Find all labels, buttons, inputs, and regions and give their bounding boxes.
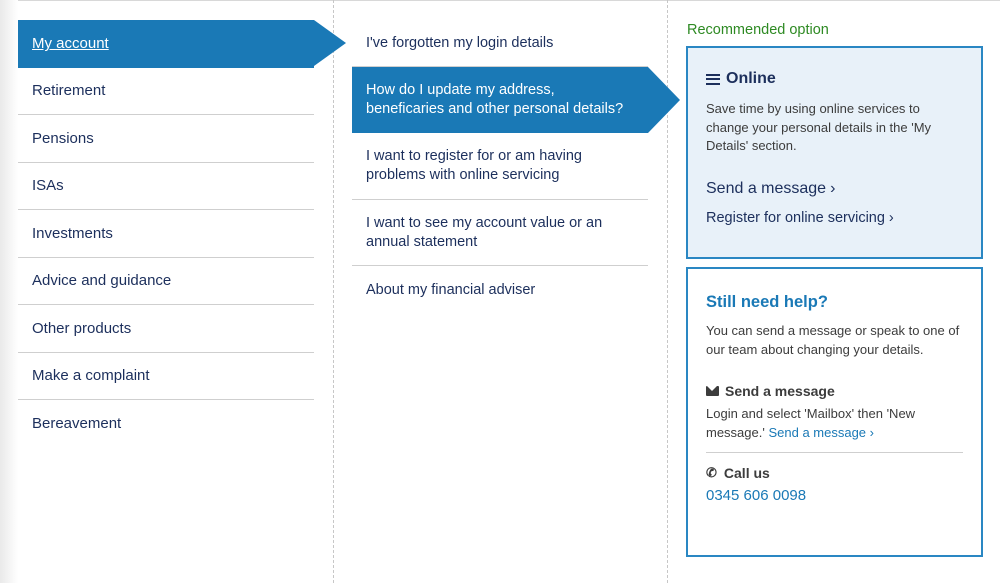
nav-item-retirement[interactable]: Retirement (18, 68, 314, 115)
help-title: Still need help? (706, 293, 828, 311)
online-heading: Online (706, 70, 963, 88)
help-description: You can send a message or speak to one o… (706, 323, 960, 357)
help-card: Still need help? You can send a message … (686, 267, 983, 557)
register-online-link-label: Register for online servicing (706, 209, 885, 226)
column-divider-1 (333, 0, 334, 583)
help-send-message-link-label: Send a message (768, 424, 867, 440)
online-title: Online (726, 70, 776, 87)
top-divider (0, 0, 1000, 1)
help-send-message-link[interactable]: Send a message › (768, 425, 874, 440)
nav-item-investments[interactable]: Investments (18, 210, 314, 258)
message-description: Login and select 'Mailbox' then 'New mes… (706, 405, 963, 442)
primary-nav: My account Retirement Pensions ISAs Inve… (18, 20, 346, 448)
page: My account Retirement Pensions ISAs Inve… (0, 0, 1000, 583)
list-icon (706, 73, 720, 85)
phone-icon: ✆ (706, 465, 717, 480)
message-heading: Send a message (706, 383, 963, 399)
nav-item-pensions[interactable]: Pensions (18, 115, 314, 163)
online-description: Save time by using online services to ch… (706, 101, 932, 153)
question-online-servicing[interactable]: I want to register for or am having prob… (352, 133, 648, 200)
send-message-link-label: Send a message (706, 179, 827, 197)
nav-item-make-a-complaint[interactable]: Make a complaint (18, 353, 314, 400)
send-message-link[interactable]: Send a message › (706, 180, 963, 198)
nav-item-my-account[interactable]: My account (18, 20, 346, 68)
register-online-link[interactable]: Register for online servicing › (706, 210, 963, 226)
help-divider (706, 452, 963, 453)
question-account-value[interactable]: I want to see my account value or an ann… (352, 200, 648, 266)
online-card: Online Save time by using online service… (686, 46, 983, 259)
chevron-right-icon: › (830, 179, 836, 197)
nav-item-other-products[interactable]: Other products (18, 305, 314, 353)
question-forgotten-login[interactable]: I've forgotten my login details (352, 20, 648, 67)
question-update-details[interactable]: How do I update my address, beneficaries… (352, 67, 680, 133)
chevron-right-icon: › (888, 209, 894, 226)
message-title: Send a message (725, 383, 835, 399)
secondary-nav: I've forgotten my login details How do I… (352, 20, 680, 314)
call-heading: ✆ Call us (706, 465, 963, 481)
nav-item-isas[interactable]: ISAs (18, 163, 314, 210)
nav-item-bereavement[interactable]: Bereavement (18, 400, 314, 448)
question-financial-adviser[interactable]: About my financial adviser (352, 266, 648, 314)
chevron-right-icon: › (869, 424, 875, 440)
call-title: Call us (723, 465, 770, 481)
phone-number-link[interactable]: 0345 606 0098 (706, 487, 963, 504)
recommended-label: Recommended option (687, 22, 829, 38)
left-shade (0, 0, 18, 583)
nav-item-advice-and-guidance[interactable]: Advice and guidance (18, 258, 314, 305)
envelope-icon (706, 386, 719, 396)
